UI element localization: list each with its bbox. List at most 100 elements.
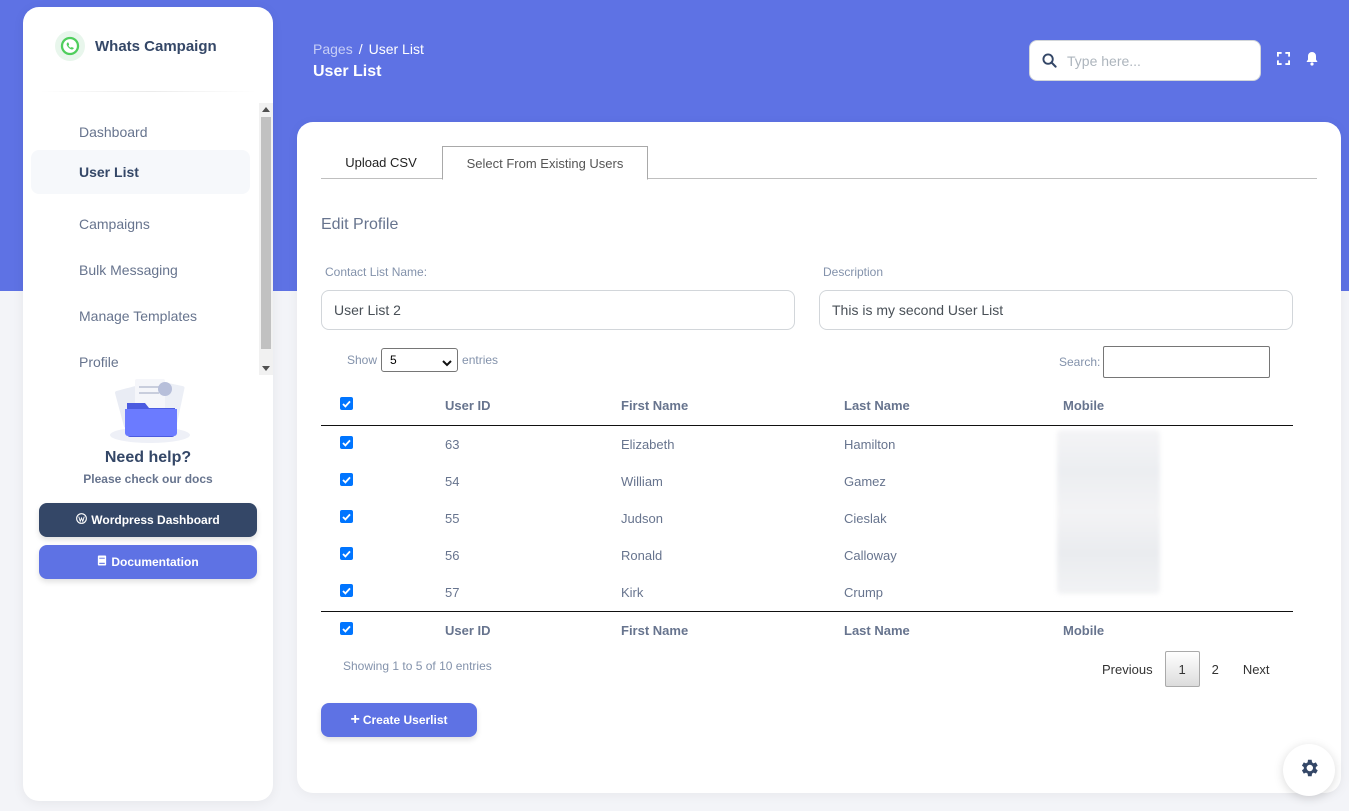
sidebar-item-campaigns[interactable]: Campaigns [31,202,250,246]
divider [39,91,257,92]
cell-user-id: 55 [445,511,460,526]
scroll-up-icon[interactable] [262,107,270,112]
column-footer-first-name: First Name [621,623,689,638]
sidebar-item-user-list[interactable]: User List [31,150,250,194]
cell-user-id: 63 [445,437,460,452]
table-search-label: Search: [1059,355,1101,369]
table-search-input[interactable] [1103,346,1271,378]
create-userlist-label: Create Userlist [362,713,448,727]
sidebar-item-bulk-messaging[interactable]: Bulk Messaging [31,248,250,292]
brand[interactable]: Whats Campaign [55,31,217,61]
row-checkbox[interactable] [340,547,353,560]
contact-list-name-label: Contact List Name: [325,265,428,279]
cell-first-name: Kirk [621,585,644,600]
entries-length-control: Show 5 entries [347,348,498,372]
help-subtitle: Please check our docs [83,472,213,486]
settings-button[interactable] [1283,744,1335,796]
bell-icon[interactable] [1305,51,1319,71]
table-header: User ID First Name Last Name Mobile [321,384,1293,426]
documentation-label: Documentation [111,555,199,569]
brand-name: Whats Campaign [95,37,217,55]
column-header-user-id[interactable]: User ID [445,398,491,413]
pagination-page-1[interactable]: 1 [1164,651,1200,687]
sidebar-scrollbar[interactable] [259,103,273,375]
select-all-checkbox[interactable] [340,397,353,410]
sidebar: Whats Campaign Dashboard User List Campa… [23,7,273,801]
chevron-down-icon [442,356,452,370]
sidebar-item-manage-templates[interactable]: Manage Templates [31,294,250,338]
cell-last-name: Hamilton [844,437,896,452]
cell-last-name: Calloway [844,548,897,563]
breadcrumb-current: User List [368,41,424,57]
search-container [1029,40,1261,81]
sidebar-item-dashboard[interactable]: Dashboard [31,110,250,154]
tab-bar: Upload CSV Select From Existing Users [321,146,1317,180]
section-title: Edit Profile [321,216,399,233]
search-input[interactable] [1067,49,1252,73]
cell-first-name: William [621,474,663,489]
cell-last-name: Cieslak [844,511,887,526]
row-checkbox[interactable] [340,510,353,523]
cell-first-name: Ronald [621,548,663,563]
row-checkbox[interactable] [340,436,353,449]
book-icon [97,555,107,569]
row-checkbox[interactable] [340,584,353,597]
sidebar-item-label: Profile [79,354,119,370]
entries-select[interactable]: 5 [381,348,459,372]
help-title: Need help? [104,449,192,466]
description-field[interactable]: This is my second User List [819,290,1293,330]
cell-first-name: Judson [621,511,663,526]
search-icon [1042,53,1057,73]
row-checkbox[interactable] [340,473,353,486]
description-label: Description [823,265,884,279]
show-label: Show [347,353,378,367]
table-footer: User ID First Name Last Name Mobile [321,611,1293,647]
wordpress-icon [76,513,88,527]
gear-icon [1298,757,1320,784]
column-footer-mobile: Mobile [1063,623,1105,638]
sidebar-item-profile[interactable]: Profile [31,340,250,375]
breadcrumb-separator: / [358,41,363,57]
tab-upload-csv[interactable]: Upload CSV [321,146,441,179]
cell-last-name: Crump [844,585,884,600]
scroll-down-icon[interactable] [262,366,270,371]
column-header-last-name[interactable]: Last Name [844,398,910,413]
sidebar-item-label: Dashboard [79,124,148,140]
sidebar-item-label: Campaigns [79,216,150,232]
pagination-page-2[interactable]: 2 [1200,651,1231,687]
documentation-button[interactable]: Documentation [39,545,257,579]
whatsapp-icon [55,31,85,61]
cell-last-name: Gamez [844,474,886,489]
cell-user-id: 56 [445,548,460,563]
sidebar-item-label: Manage Templates [79,308,198,324]
user-list-card: Upload CSV Select From Existing Users Ed… [297,122,1341,793]
cell-user-id: 54 [445,474,460,489]
cell-user-id: 57 [445,585,460,600]
column-header-mobile[interactable]: Mobile [1063,398,1104,413]
entries-select-value: 5 [390,353,397,367]
wordpress-dashboard-button[interactable]: Wordpress Dashboard [39,503,257,537]
pagination-previous[interactable]: Previous [1090,651,1165,687]
table-search-control: Search: [1059,346,1271,378]
tab-select-existing-users[interactable]: Select From Existing Users [442,146,648,180]
sidebar-item-label: User List [79,164,139,180]
scroll-thumb[interactable] [261,117,271,349]
sidebar-nav: Dashboard User List Campaigns Bulk Messa… [31,103,259,375]
cell-first-name: Elizabeth [621,437,675,452]
pagination: Previous 1 2 Next [1090,651,1282,687]
breadcrumb-parent[interactable]: Pages [313,41,353,57]
table-info: Showing 1 to 5 of 10 entries [343,659,492,673]
breadcrumb: Pages / User List [313,41,424,57]
contact-list-name-field[interactable]: User List 2 [321,290,795,330]
pagination-next[interactable]: Next [1231,651,1282,687]
plus-icon: + [350,711,360,728]
users-table: User ID First Name Last Name Mobile 63 E… [321,384,1293,647]
fullscreen-icon[interactable] [1277,52,1290,70]
column-header-first-name[interactable]: First Name [621,398,688,413]
entries-label: entries [462,353,499,367]
create-userlist-button[interactable]: + Create Userlist [321,703,477,737]
page-title: User List [313,63,382,80]
folder-illustration-icon [105,375,195,445]
select-all-checkbox-footer[interactable] [340,622,353,635]
wordpress-dashboard-label: Wordpress Dashboard [91,513,220,527]
